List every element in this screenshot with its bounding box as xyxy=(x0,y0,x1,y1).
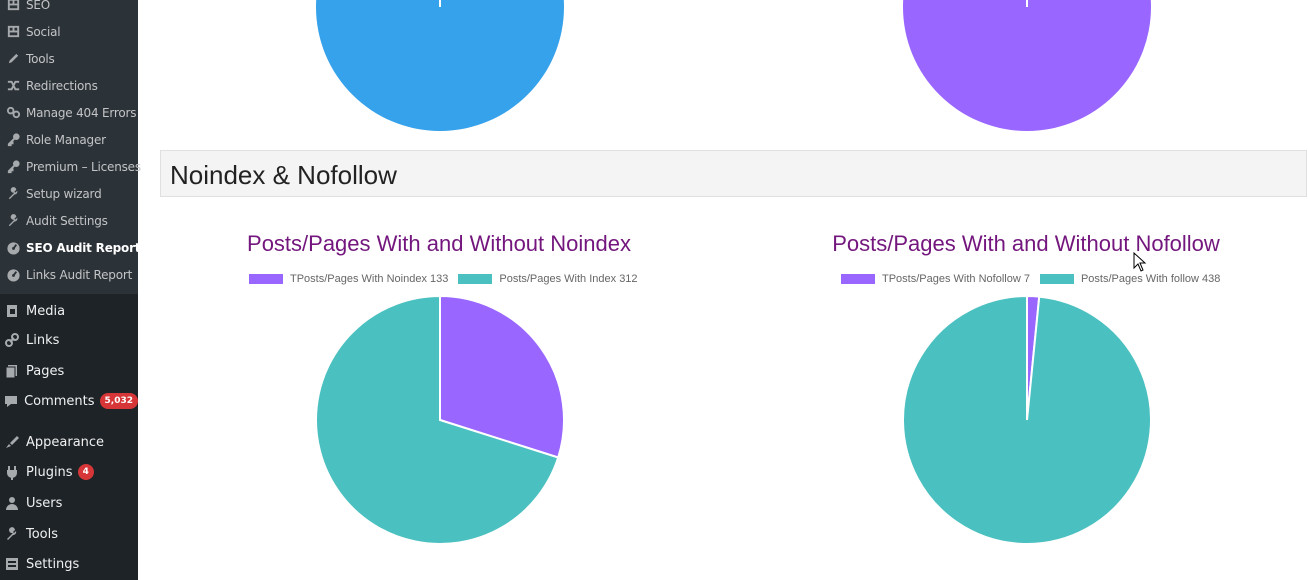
menu-item-tools[interactable]: Tools xyxy=(0,519,138,549)
legend-swatch xyxy=(249,274,283,284)
menu-item-comments[interactable]: Comments 5,032 xyxy=(0,386,138,416)
section-header: Noindex & Nofollow xyxy=(160,150,1307,197)
grid-icon xyxy=(6,0,21,12)
mouse-cursor-icon xyxy=(1133,252,1147,272)
wrench-icon xyxy=(6,213,21,228)
pie-chart-1 xyxy=(316,0,564,131)
menu-item-appearance[interactable]: Appearance xyxy=(0,427,138,457)
submenu-item-label: Tools xyxy=(26,51,55,66)
pie-slice[interactable] xyxy=(902,294,1152,545)
submenu-item-label: Redirections xyxy=(26,78,98,93)
submenu-item-links-audit-report[interactable]: Links Audit Report xyxy=(0,261,138,288)
brush-icon xyxy=(3,433,21,451)
count-badge: 5,032 xyxy=(99,393,138,409)
wrench-icon xyxy=(6,186,21,201)
menu-item-settings[interactable]: Settings xyxy=(0,549,138,579)
menu-item-label: Users xyxy=(26,495,63,511)
submenu-item-label: Social xyxy=(26,24,61,39)
user-icon xyxy=(3,494,21,512)
submenu-item-premium-licenses[interactable]: Premium – Licenses xyxy=(0,153,141,180)
submenu-item-redirections[interactable]: Redirections xyxy=(0,72,138,99)
submenu-item-social[interactable]: Social xyxy=(0,18,138,45)
menu-item-media[interactable]: Media xyxy=(0,296,138,326)
comment-icon xyxy=(3,392,19,410)
legend-entry-follow[interactable]: Posts/Pages With follow 438 xyxy=(1039,273,1221,285)
submenu-item-label: Manage 404 Errors xyxy=(26,105,137,120)
section-title: Noindex & Nofollow xyxy=(170,160,397,190)
legend-swatch xyxy=(1039,274,1074,284)
legend-label: Posts/Pages With follow 438 xyxy=(1080,273,1221,285)
pages-icon xyxy=(3,362,21,380)
menu-item-plugins[interactable]: Plugins 4 xyxy=(0,457,138,487)
submenu-item-label: Role Manager xyxy=(26,132,106,147)
menu-item-pages[interactable]: Pages xyxy=(0,356,138,386)
pie-chart-3 xyxy=(315,294,565,545)
media-icon xyxy=(3,302,21,320)
key-icon xyxy=(6,159,21,174)
submenu-item-seo-audit-report[interactable]: SEO Audit Report xyxy=(0,234,141,261)
menu-item-label: Settings xyxy=(26,556,80,572)
pie-slice[interactable] xyxy=(903,0,1151,131)
submenu-item-setup-wizard[interactable]: Setup wizard xyxy=(0,180,138,207)
pencil-icon xyxy=(6,51,21,66)
menu-item-label: Appearance xyxy=(26,434,105,450)
nofollow-chart-title: Posts/Pages With and Without Nofollow xyxy=(832,231,1220,256)
noindex-chart-title: Posts/Pages With and Without Noindex xyxy=(247,231,631,256)
key-icon xyxy=(6,132,21,147)
menu-item-label: Pages xyxy=(26,363,65,379)
legend-label: TPosts/Pages With Noindex 133 xyxy=(290,273,449,285)
dashboard-icon xyxy=(6,240,21,255)
grid-icon xyxy=(6,24,21,39)
legend-entry-nofollow[interactable]: TPosts/Pages With Nofollow 7 xyxy=(841,273,1030,285)
plugin-icon xyxy=(3,463,21,481)
submenu-item-seo[interactable]: SEO xyxy=(0,0,138,18)
count-badge: 4 xyxy=(77,464,94,480)
submenu-item-label: Premium – Licenses xyxy=(26,159,141,174)
menu-item-label: Tools xyxy=(26,526,59,542)
pie-chart-2 xyxy=(903,0,1151,131)
menu-item-users[interactable]: Users xyxy=(0,488,138,518)
submenu-item-label: Audit Settings xyxy=(26,213,108,228)
noindex-legend: TPosts/Pages With Noindex 133 Posts/Page… xyxy=(249,271,648,287)
legend-swatch xyxy=(841,274,875,284)
legend-label: TPosts/Pages With Nofollow 7 xyxy=(882,273,1030,285)
menu-item-label: Media xyxy=(26,303,66,319)
seo-submenu: SEO Social Tools Redirections Manage 404 Err… xyxy=(0,0,141,294)
menu-item-label: Links xyxy=(26,332,60,348)
submenu-item-label: SEO xyxy=(26,0,51,12)
nofollow-legend: TPosts/Pages With Nofollow 7 Posts/Pages… xyxy=(841,271,1230,287)
legend-label: Posts/Pages With Index 312 xyxy=(499,273,638,285)
menu-item-links[interactable]: Links xyxy=(0,325,138,355)
menu-item-label: Comments xyxy=(24,393,95,409)
legend-entry-noindex[interactable]: TPosts/Pages With Noindex 133 xyxy=(249,273,448,285)
legend-entry-index[interactable]: Posts/Pages With Index 312 xyxy=(458,273,638,285)
submenu-item-audit-settings[interactable]: Audit Settings xyxy=(0,207,138,234)
shuffle-icon xyxy=(6,78,21,93)
wrench-icon xyxy=(3,525,21,543)
submenu-item-label: SEO Audit Report xyxy=(26,240,141,255)
pie-charts-canvas xyxy=(315,0,1152,545)
submenu-item-manage-404-errors[interactable]: Manage 404 Errors xyxy=(0,99,138,126)
pie-chart-4 xyxy=(902,294,1152,545)
pie-slice[interactable] xyxy=(316,0,564,131)
legend-swatch xyxy=(458,274,493,284)
submenu-item-role-manager[interactable]: Role Manager xyxy=(0,126,138,153)
menu-item-label: Plugins xyxy=(26,464,73,480)
submenu-item-label: Links Audit Report xyxy=(26,267,133,282)
main-content: Noindex & Nofollow Posts/Pages With and … xyxy=(138,0,1308,580)
settings-icon xyxy=(3,555,21,573)
admin-sidebar: SEO Social Tools Redirections Manage 404 Err… xyxy=(0,0,141,580)
link-icon xyxy=(3,331,21,349)
submenu-item-label: Setup wizard xyxy=(26,186,102,201)
broken-link-icon xyxy=(6,105,21,120)
submenu-item-tools[interactable]: Tools xyxy=(0,45,138,72)
dashboard-icon xyxy=(6,267,21,282)
